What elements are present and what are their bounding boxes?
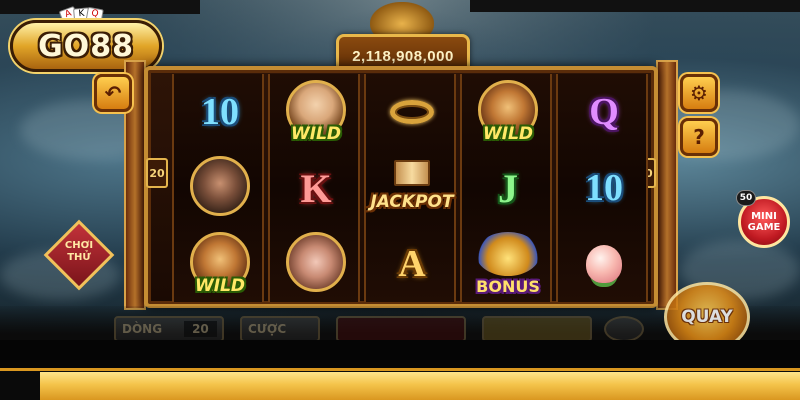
wild-label: WILD <box>290 124 342 144</box>
paylines-badge-left: 20 <box>146 158 168 188</box>
symbol-10: 10 <box>174 74 266 150</box>
jackpot-symbol-label: JACKPOT <box>370 192 454 212</box>
bet-label: CƯỢC <box>248 322 287 336</box>
symbol-text: 10 <box>201 91 239 133</box>
try-play-label: CHƠI THỬ <box>54 240 104 264</box>
spin-label: QUAY <box>681 307 733 327</box>
settings-button[interactable]: ⚙ <box>680 74 718 112</box>
try-play-line-2: THỬ <box>67 252 91 263</box>
max-bet-button[interactable] <box>604 316 644 342</box>
try-play-line-1: CHƠI <box>64 240 94 251</box>
symbol-pig <box>270 226 362 302</box>
gold-strip-cut <box>0 372 40 400</box>
symbol-text: J <box>498 165 518 211</box>
back-arrow-icon: ↶ <box>104 81 122 105</box>
reel-5: Q 10 <box>556 74 648 302</box>
bottom-black-bar <box>0 340 800 370</box>
right-pillar <box>656 60 678 310</box>
help-label: ? <box>693 125 705 149</box>
symbol-text: A <box>398 243 426 285</box>
symbol-q: Q <box>558 74 650 150</box>
symbol-wild: WILD <box>462 74 554 150</box>
symbol-warrior <box>174 150 266 226</box>
reel-1: 10 WILD <box>172 74 264 302</box>
symbol-wild: WILD <box>270 74 362 150</box>
bonus-label: BONUS <box>476 277 540 296</box>
wild-label: WILD <box>482 124 534 144</box>
gold-divider <box>0 368 800 371</box>
symbol-golden-headband <box>366 74 458 150</box>
pig-portrait-icon <box>286 232 346 292</box>
lines-label: DÒNG <box>122 322 163 336</box>
top-banner-right <box>470 0 800 12</box>
symbol-text: K <box>300 165 332 211</box>
symbol-wild: WILD <box>174 226 266 302</box>
mini-game-line-2: GAME <box>747 222 781 233</box>
symbol-peach <box>558 226 650 302</box>
golden-headband-icon <box>390 100 434 124</box>
jackpot-value: 2,118,908,000 <box>352 47 454 65</box>
treasure-coins-icon <box>476 232 540 276</box>
symbol-k: K <box>270 150 362 226</box>
gold-banner-strip <box>40 372 800 400</box>
symbol-a: A <box>366 226 458 302</box>
wild-label: WILD <box>194 276 246 296</box>
symbol-jackpot: JACKPOT <box>366 150 458 226</box>
auto-spin-button[interactable] <box>482 316 592 342</box>
reel-2: WILD K <box>268 74 360 302</box>
peach-icon <box>586 245 622 283</box>
symbol-text: 10 <box>585 167 623 209</box>
lines-value: 20 <box>184 321 217 337</box>
lines-control[interactable]: DÒNG 20 <box>114 316 224 342</box>
mini-game-line-1: MINI <box>751 211 777 222</box>
mini-game-badge: 50 <box>736 190 756 206</box>
reel-3: JACKPOT A <box>364 74 456 302</box>
symbol-10: 10 <box>558 150 650 226</box>
logo-text: GO88 <box>38 28 134 64</box>
dragon-crest-icon <box>370 2 434 38</box>
bet-control[interactable]: CƯỢC <box>240 316 320 342</box>
back-button[interactable]: ↶ <box>94 74 132 112</box>
reel-4: WILD J BONUS <box>460 74 552 302</box>
book-icon <box>394 160 430 186</box>
symbol-j: J <box>462 150 554 226</box>
total-bet-display <box>336 316 466 342</box>
symbol-bonus: BONUS <box>462 226 554 302</box>
warrior-portrait-icon <box>190 156 250 216</box>
symbol-text: Q <box>589 91 619 133</box>
help-button[interactable]: ? <box>680 118 718 156</box>
gear-icon: ⚙ <box>690 81 708 105</box>
